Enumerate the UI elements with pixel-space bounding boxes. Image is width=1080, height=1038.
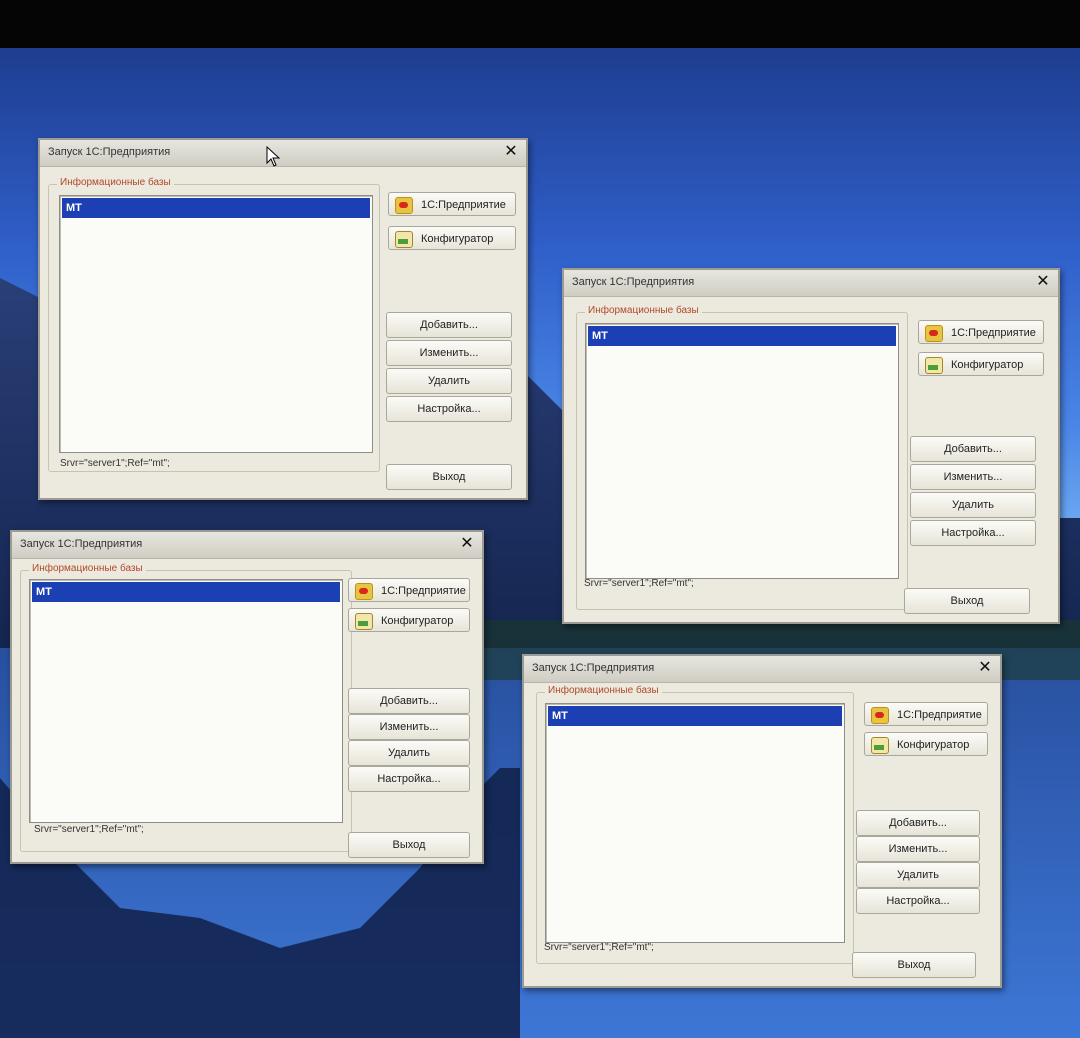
connection-string: Srvr="server1";Ref="mt"; [584,578,694,589]
add-button[interactable]: Добавить... [348,688,470,714]
infobases-group: Информационные базы MT [48,177,380,472]
connection-string: Srvr="server1";Ref="mt"; [34,824,144,835]
delete-button[interactable]: Удалить [386,368,512,394]
delete-button[interactable]: Удалить [856,862,980,888]
infobases-list[interactable]: MT [59,195,373,453]
dialog-title-bar[interactable]: Запуск 1С:Предприятия ✕ [40,140,526,167]
dialog-title: Запуск 1С:Предприятия [48,146,171,158]
enterprise-button-label: 1С:Предприятие [951,327,1036,339]
exit-button[interactable]: Выход [348,832,470,858]
close-icon[interactable]: ✕ [1034,273,1052,291]
infobases-group: Информационные базы MT [536,685,854,964]
infobases-group-label: Информационные базы [585,305,702,316]
list-item-selected[interactable]: MT [62,198,370,218]
infobases-list[interactable]: MT [29,579,343,823]
delete-button[interactable]: Удалить [348,740,470,766]
settings-button[interactable]: Настройка... [386,396,512,422]
infobases-list[interactable]: MT [585,323,899,579]
exit-button[interactable]: Выход [386,464,512,490]
configurator-button[interactable]: Конфигуратор [388,226,516,250]
edit-button[interactable]: Изменить... [386,340,512,366]
enterprise-button[interactable]: 1С:Предприятие [388,192,516,216]
configurator-button-label: Конфигуратор [381,615,454,627]
enterprise-button[interactable]: 1С:Предприятие [348,578,470,602]
list-item-selected[interactable]: MT [548,706,842,726]
enterprise-button-label: 1С:Предприятие [381,585,466,597]
infobases-group-label: Информационные базы [29,563,146,574]
configurator-button-label: Конфигуратор [897,739,970,751]
configurator-button[interactable]: Конфигуратор [918,352,1044,376]
delete-button[interactable]: Удалить [910,492,1036,518]
configurator-icon [925,357,943,374]
edit-button[interactable]: Изменить... [856,836,980,862]
list-item-selected[interactable]: MT [588,326,896,346]
mouse-cursor-icon [266,146,281,167]
edit-button[interactable]: Изменить... [348,714,470,740]
add-button[interactable]: Добавить... [910,436,1036,462]
1c-enterprise-icon [355,583,373,600]
launch-dialog-3: Запуск 1С:Предприятия ✕ Информационные б… [10,530,484,864]
dialog-title-bar[interactable]: Запуск 1С:Предприятия ✕ [12,532,482,559]
settings-button[interactable]: Настройка... [910,520,1036,546]
configurator-button-label: Конфигуратор [951,359,1024,371]
connection-string: Srvr="server1";Ref="mt"; [544,942,654,953]
configurator-icon [871,737,889,754]
infobases-group-label: Информационные базы [545,685,662,696]
settings-button[interactable]: Настройка... [348,766,470,792]
infobases-group: Информационные базы MT [20,563,352,852]
add-button[interactable]: Добавить... [386,312,512,338]
settings-button[interactable]: Настройка... [856,888,980,914]
add-button[interactable]: Добавить... [856,810,980,836]
connection-string: Srvr="server1";Ref="mt"; [60,458,170,469]
exit-button[interactable]: Выход [904,588,1030,614]
launch-dialog-2: Запуск 1С:Предприятия ✕ Информационные б… [562,268,1060,624]
enterprise-button-label: 1С:Предприятие [897,709,982,721]
dialog-title: Запуск 1С:Предприятия [572,276,695,288]
launch-dialog-1: Запуск 1С:Предприятия ✕ Информационные б… [38,138,528,500]
configurator-button[interactable]: Конфигуратор [348,608,470,632]
configurator-button-label: Конфигуратор [421,233,494,245]
infobases-list[interactable]: MT [545,703,845,943]
exit-button[interactable]: Выход [852,952,976,978]
configurator-button[interactable]: Конфигуратор [864,732,988,756]
list-item-selected[interactable]: MT [32,582,340,602]
1c-enterprise-icon [395,197,413,214]
edit-button[interactable]: Изменить... [910,464,1036,490]
infobases-group-label: Информационные базы [57,177,174,188]
close-icon[interactable]: ✕ [502,143,520,161]
1c-enterprise-icon [925,325,943,342]
configurator-icon [355,613,373,630]
close-icon[interactable]: ✕ [458,535,476,553]
1c-enterprise-icon [871,707,889,724]
launch-dialog-4: Запуск 1С:Предприятия ✕ Информационные б… [522,654,1002,988]
dialog-title: Запуск 1С:Предприятия [532,662,655,674]
enterprise-button-label: 1С:Предприятие [421,199,506,211]
enterprise-button[interactable]: 1С:Предприятие [864,702,988,726]
dialog-title-bar[interactable]: Запуск 1С:Предприятия ✕ [564,270,1058,297]
enterprise-button[interactable]: 1С:Предприятие [918,320,1044,344]
dialog-title-bar[interactable]: Запуск 1С:Предприятия ✕ [524,656,1000,683]
configurator-icon [395,231,413,248]
close-icon[interactable]: ✕ [976,659,994,677]
infobases-group: Информационные базы MT [576,305,908,610]
dialog-title: Запуск 1С:Предприятия [20,538,143,550]
